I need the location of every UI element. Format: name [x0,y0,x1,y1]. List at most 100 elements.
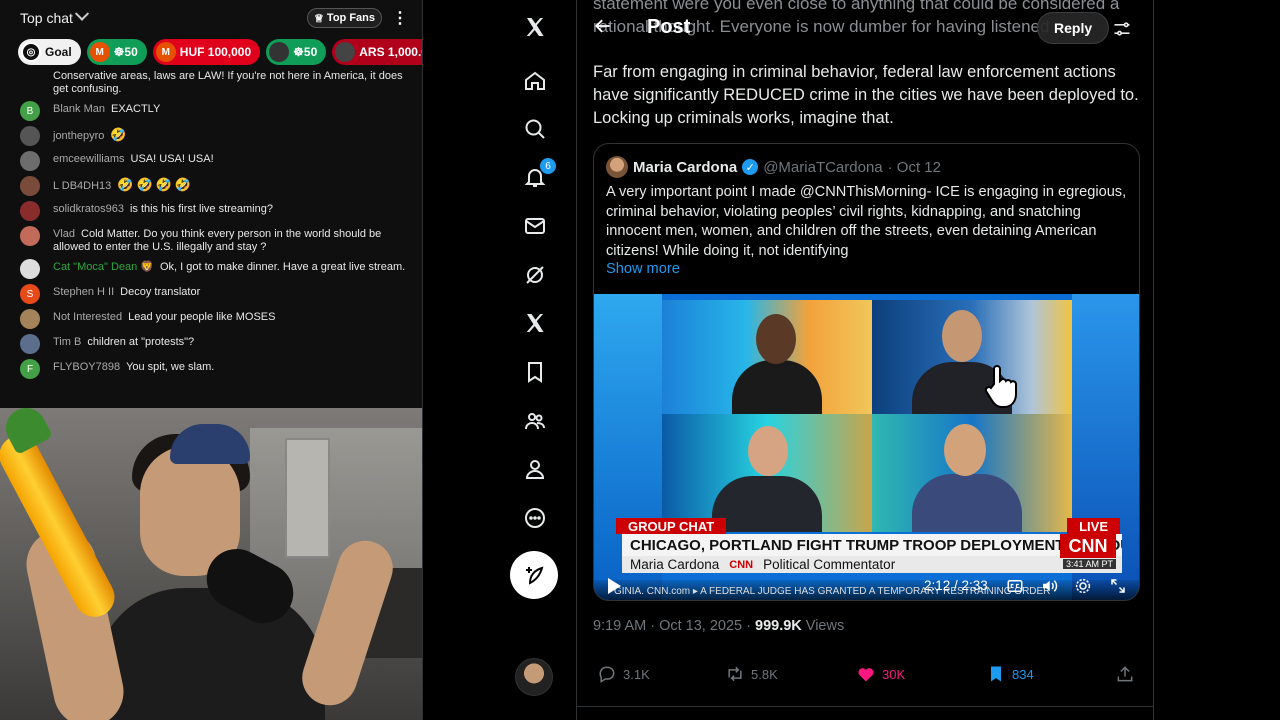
search-icon[interactable] [520,114,550,144]
divider [577,706,1153,707]
author-name[interactable]: Not Interested [53,311,122,323]
author-name[interactable]: jonthepyro [53,130,104,142]
post-actions: 3.1K 5.8K 30K 834 [577,660,1153,690]
chat-title: Top chat [20,10,73,26]
reply-button[interactable]: Reply [1037,12,1110,44]
avatar[interactable] [606,156,628,178]
play-icon[interactable] [608,578,621,594]
quoted-post[interactable]: Maria Cardona ✓ @MariaTCardona · Oct 12 … [593,143,1140,601]
x-sidebar-nav: 6 [422,0,576,720]
account-avatar[interactable] [515,658,553,696]
back-arrow-icon[interactable] [593,16,613,36]
repost-action[interactable]: 5.8K [725,664,778,684]
show-more-link[interactable]: Show more [606,261,680,277]
pill-label: ARS 1,000.0 [359,45,422,59]
goal-pill[interactable]: ◎ Goal [18,39,81,65]
avatar[interactable] [20,176,40,196]
video-panel-panelist [662,414,872,532]
kebab-menu-icon[interactable]: ⋮ [390,8,410,28]
bookmarks-icon[interactable] [520,357,550,387]
author-name[interactable]: Maria Cardona [633,159,737,176]
more-circle-icon[interactable] [520,503,550,533]
chyron-headline: CHICAGO, PORTLAND FIGHT TRUMP TROOP DEPL… [622,534,1122,556]
message-text: 🤣🤣🤣🤣 [117,177,195,192]
author-name[interactable]: Tim B [53,336,81,348]
chat-messages: B Blank Man EXACTLY jonthepyro 🤣 emceewilliam… [0,101,422,379]
author-name[interactable]: FLYBOY7898 [53,361,120,373]
chat-mode-selector[interactable]: Top chat [20,6,90,26]
post-date[interactable]: · Oct 12 [888,159,941,176]
settings-gear-icon[interactable] [1074,577,1092,595]
x-logo-icon[interactable] [520,12,550,42]
broadcast-clock: 3:41 AM PT [1062,559,1116,569]
chat-message: jonthepyro 🤣 [0,126,422,146]
avatar[interactable] [20,226,40,246]
video-panel-maria-cardona [872,414,1072,532]
messages-envelope-icon[interactable] [520,211,550,241]
avatar[interactable] [20,309,40,329]
author-name[interactable]: Cat "Moca" Dean 🦁 [53,261,154,273]
panelist-head [748,426,788,476]
chat-message: F FLYBOY7898 You spit, we slam. [0,359,422,379]
supersticker-pill[interactable]: M ☸50 [86,39,147,65]
chat-message: solidkratos963 is this his first live str… [0,201,422,221]
panelist-head [944,424,986,476]
avatar[interactable]: S [20,284,40,304]
notification-badge: 6 [540,158,556,174]
avatar[interactable] [20,334,40,354]
author-name[interactable]: Blank Man [53,103,105,115]
author-name[interactable]: Stephen H II [53,286,114,298]
right-blank-area [1154,0,1280,720]
message-text: Ok, I got to make dinner. Have a great l… [160,261,406,273]
compose-post-button[interactable] [510,551,558,599]
author-name[interactable]: emceewilliams [53,153,125,165]
avatar[interactable] [20,201,40,221]
repost-icon [728,666,742,682]
message-content: Tim B children at "protests"? [53,336,194,349]
message-content: Cat "Moca" Dean 🦁 Ok, I got to make dinne… [53,261,405,274]
avatar[interactable] [20,259,40,279]
message-text: is this his first live streaming? [129,203,273,215]
avatar[interactable]: F [20,359,40,379]
video-controls: 2:12 / 2:33 [594,572,1139,600]
avatar[interactable]: B [20,101,40,121]
video-player[interactable]: GROUP CHAT LIVE CHICAGO, PORTLAND FIGHT … [594,294,1139,600]
communities-icon[interactable] [520,406,550,436]
reply-action[interactable]: 3.1K [597,664,650,684]
home-icon[interactable] [520,66,550,96]
hand-cursor-icon [984,365,1017,408]
message-text: USA! USA! USA! [130,153,214,165]
profile-icon[interactable] [520,454,550,484]
avatar[interactable] [20,151,40,171]
message-content: solidkratos963 is this his first live str… [53,203,273,216]
author-handle[interactable]: @MariaTCardona [763,159,882,176]
bookmark-action[interactable]: 834 [986,664,1034,684]
like-action[interactable]: 30K [856,664,905,684]
view-count: 999.9K [755,618,802,634]
volume-icon[interactable] [1040,577,1058,595]
chat-message: emceewilliams USA! USA! USA! [0,151,422,171]
pill-label: Goal [45,45,72,59]
chat-message: L DB4DH13 🤣🤣🤣🤣 [0,176,422,196]
message-content: FLYBOY7898 You spit, we slam. [53,361,214,374]
superchat-pill[interactable]: M HUF 100,000 [152,39,261,65]
sliders-icon[interactable] [1112,19,1132,39]
author-name[interactable]: Vlad [53,228,75,240]
top-fans-button[interactable]: ♕ Top Fans [307,8,382,28]
captions-icon[interactable] [1006,577,1024,595]
author-name[interactable]: solidkratos963 [53,203,124,215]
message-text: Cold Matter. Do you think every person i… [53,228,382,253]
post-timestamp[interactable]: 9:19 AM · Oct 13, 2025 · [593,618,755,634]
author-name[interactable]: L DB4DH13 [53,180,111,192]
message-text: You spit, we slam. [126,361,215,373]
avatar[interactable] [20,126,40,146]
supersticker-pill[interactable]: ☸50 [266,39,327,65]
avatar [269,42,290,62]
message-text: 🤣 [110,127,130,142]
grok-icon[interactable] [520,260,550,290]
notifications-bell-icon[interactable]: 6 [520,158,556,192]
premium-x-icon[interactable] [520,308,550,338]
fullscreen-icon[interactable] [1109,577,1127,595]
share-action[interactable] [1115,664,1135,684]
superchat-pill[interactable]: ARS 1,000.0 [332,39,422,65]
